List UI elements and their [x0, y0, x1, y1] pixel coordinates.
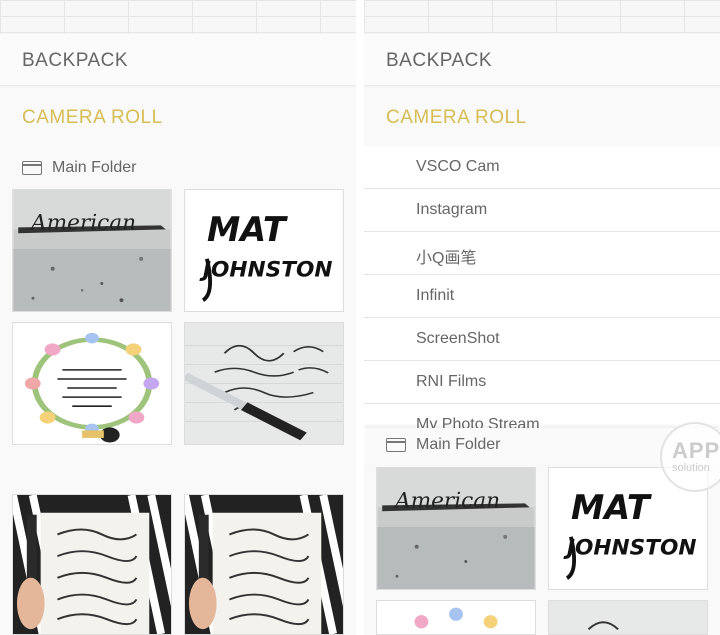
- watermark-line1: APP: [672, 438, 720, 463]
- backpack-label: BACKPACK: [22, 50, 129, 71]
- folder-icon: [385, 438, 406, 452]
- watermark-line2: solution: [672, 462, 710, 474]
- album-item[interactable]: RNI Films: [364, 361, 720, 404]
- american-photo: American: [13, 190, 171, 311]
- svg-text:American: American: [393, 488, 500, 513]
- photo-thumbnail[interactable]: American: [376, 467, 536, 590]
- left-panel: BACKPACK CAMERA ROLL Main Folder America…: [0, 0, 356, 635]
- album-item[interactable]: Instagram: [364, 189, 720, 232]
- buried-beneath-photo-1: [13, 495, 171, 634]
- backpack-label: BACKPACK: [386, 50, 493, 71]
- svg-text:JOHNSTON: JOHNSTON: [563, 536, 696, 561]
- photo-thumbnail[interactable]: [12, 494, 172, 635]
- backpack-header[interactable]: BACKPACK: [364, 34, 720, 86]
- photo-thumbnail[interactable]: [548, 600, 708, 635]
- svg-text:American: American: [29, 210, 136, 235]
- svg-text:MAT: MAT: [207, 210, 289, 249]
- photo-thumbnail[interactable]: [12, 322, 172, 445]
- buried-beneath-photo-2: [185, 495, 343, 634]
- album-label: Instagram: [416, 201, 488, 218]
- right-panel: BACKPACK CAMERA ROLL VSCO Cam Instagram …: [364, 0, 720, 635]
- photo-thumbnail[interactable]: MAT JOHNSTON: [184, 189, 344, 312]
- svg-text:MAT: MAT: [571, 488, 653, 527]
- panel-divider: [356, 0, 364, 635]
- american-photo: American: [377, 468, 535, 589]
- photo-thumbnail[interactable]: American: [12, 189, 172, 312]
- album-item[interactable]: Infinit: [364, 275, 720, 318]
- main-folder-label: Main Folder: [52, 159, 137, 176]
- camera-roll-label[interactable]: CAMERA ROLL: [22, 107, 163, 129]
- backpack-header[interactable]: BACKPACK: [0, 34, 356, 86]
- floral-wreath-photo: [13, 323, 171, 444]
- album-label: Infinit: [416, 287, 455, 304]
- calligraphy-notebook-photo: [185, 323, 343, 444]
- main-folder-row[interactable]: Main Folder: [0, 151, 356, 185]
- folder-icon: [21, 161, 42, 175]
- mat-johnston-photo: MAT JOHNSTON: [185, 190, 343, 311]
- photo-thumbnail[interactable]: [184, 322, 344, 445]
- album-label: VSCO Cam: [416, 158, 500, 175]
- album-label: 小Q画笔: [416, 250, 477, 267]
- album-item[interactable]: 小Q画笔: [364, 232, 720, 275]
- photo-thumbnail[interactable]: [184, 494, 344, 635]
- album-label: RNI Films: [416, 373, 487, 390]
- album-item[interactable]: ScreenShot: [364, 318, 720, 361]
- grid-background: [0, 0, 356, 34]
- album-item[interactable]: VSCO Cam: [364, 146, 720, 189]
- main-folder-label: Main Folder: [416, 436, 501, 453]
- floral-wreath-photo: [377, 601, 535, 634]
- svg-text:JOHNSTON: JOHNSTON: [199, 258, 332, 283]
- photo-thumbnail[interactable]: [376, 600, 536, 635]
- camera-roll-label[interactable]: CAMERA ROLL: [386, 107, 527, 129]
- calligraphy-notebook-photo: [549, 601, 707, 634]
- album-label: ScreenShot: [416, 330, 500, 347]
- grid-background: [364, 0, 720, 34]
